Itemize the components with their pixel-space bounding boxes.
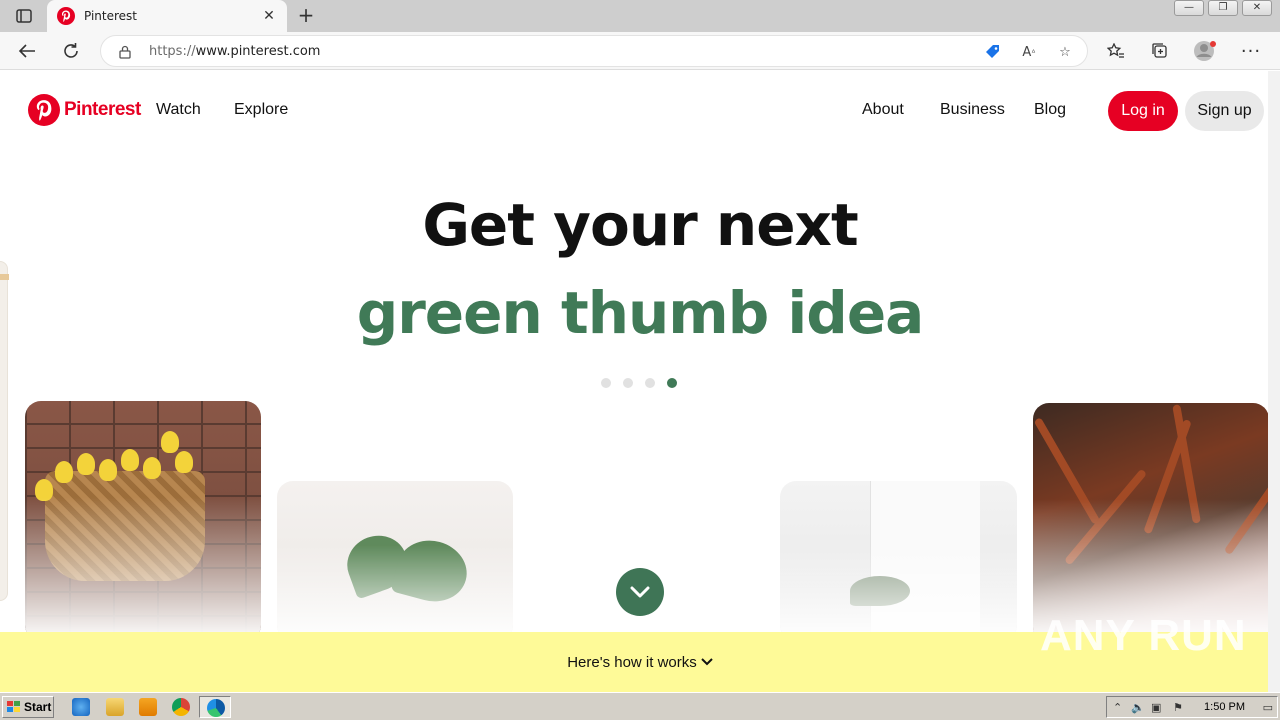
start-label: Start <box>24 700 52 714</box>
hero-subheading: green thumb idea <box>356 279 925 347</box>
minimize-icon[interactable]: — <box>1174 0 1204 16</box>
pinterest-logo-icon <box>28 94 60 126</box>
carousel-indicator <box>601 378 677 388</box>
chevron-down-icon <box>701 658 713 666</box>
browser-toolbar: https://www.pinterest.com Aᐞ ☆ ··· <box>0 32 1280 70</box>
pinterest-favicon-icon <box>57 7 75 25</box>
collections-icon[interactable] <box>1147 38 1173 64</box>
image-card-white-wall[interactable] <box>780 481 1017 641</box>
nav-watch[interactable]: Watch <box>156 101 201 119</box>
pinterest-page: Pinterest Watch Explore About Business B… <box>0 71 1280 692</box>
anyrun-watermark: ANY RUN <box>1040 611 1247 661</box>
window-controls: — ❐ ✕ <box>1174 0 1272 18</box>
window-close-icon[interactable]: ✕ <box>1242 0 1272 16</box>
taskbar-edge-button[interactable] <box>199 696 231 718</box>
tab-close-icon[interactable]: ✕ <box>261 8 277 24</box>
nav-blog[interactable]: Blog <box>1034 101 1066 119</box>
signup-button[interactable]: Sign up <box>1185 91 1264 131</box>
volume-icon[interactable]: 🔈 <box>1131 701 1145 714</box>
watermark-text: ANY RUN <box>1040 611 1247 660</box>
carousel-dot-2[interactable] <box>623 378 633 388</box>
windows-taskbar: Start ⌃ 🔈 ▣ ⚑ 1:50 PM ▭ <box>0 692 1280 720</box>
page-scrollbar[interactable] <box>1268 71 1280 692</box>
hero-heading: Get your next <box>422 191 858 259</box>
carousel-dot-1[interactable] <box>601 378 611 388</box>
partial-image-card <box>0 261 9 601</box>
add-favorite-icon[interactable]: ☆ <box>1055 42 1075 62</box>
refresh-icon[interactable] <box>58 38 84 64</box>
restore-icon[interactable]: ❐ <box>1208 0 1238 16</box>
tray-expand-icon[interactable]: ⌃ <box>1113 701 1122 714</box>
favorites-icon[interactable] <box>1103 38 1129 64</box>
tab-title: Pinterest <box>84 9 138 23</box>
read-aloud-icon[interactable]: Aᐞ <box>1019 42 1039 62</box>
address-bar[interactable]: https://www.pinterest.com Aᐞ ☆ <box>100 35 1088 67</box>
image-card-bicycle-tulips[interactable] <box>25 401 261 641</box>
profile-avatar-icon[interactable] <box>1192 38 1218 64</box>
tab-actions-icon[interactable] <box>8 6 40 26</box>
action-center-flag-icon[interactable]: ⚑ <box>1173 701 1183 714</box>
image-card-garden-sculpture[interactable] <box>1033 403 1269 643</box>
image-card-monstera[interactable] <box>277 481 513 641</box>
system-tray: ⌃ 🔈 ▣ ⚑ 1:50 PM ▭ <box>1106 696 1278 718</box>
file-explorer-icon[interactable] <box>106 698 124 716</box>
coupon-tag-icon[interactable] <box>983 42 1003 62</box>
show-desktop-icon[interactable]: ▭ <box>1263 701 1273 714</box>
carousel-dot-4[interactable] <box>667 378 677 388</box>
more-options-icon[interactable]: ··· <box>1238 38 1264 64</box>
logo-text: Pinterest <box>64 99 141 120</box>
login-button[interactable]: Log in <box>1108 91 1178 131</box>
lock-icon[interactable] <box>119 44 131 63</box>
carousel-dot-3[interactable] <box>645 378 655 388</box>
windows-flag-icon <box>7 701 20 712</box>
how-it-works-label: Here's how it works <box>567 653 697 671</box>
new-tab-icon[interactable]: + <box>294 4 318 28</box>
browser-tab-bar: Pinterest ✕ + — ❐ ✕ <box>0 0 1280 32</box>
media-player-icon[interactable] <box>139 698 157 716</box>
scroll-down-button[interactable] <box>616 568 664 616</box>
start-button[interactable]: Start <box>2 696 54 718</box>
browser-tab-pinterest[interactable]: Pinterest ✕ <box>47 0 287 32</box>
taskbar-clock[interactable]: 1:50 PM <box>1204 701 1245 713</box>
url-text[interactable]: https://www.pinterest.com <box>149 44 320 59</box>
edge-icon <box>207 699 225 717</box>
nav-business[interactable]: Business <box>940 101 1005 119</box>
chevron-down-icon <box>630 586 650 598</box>
nav-about[interactable]: About <box>862 101 904 119</box>
network-icon[interactable]: ▣ <box>1151 701 1161 714</box>
chrome-icon[interactable] <box>172 698 190 716</box>
internet-explorer-icon[interactable] <box>72 698 90 716</box>
back-arrow-icon[interactable] <box>14 38 40 64</box>
pinterest-logo[interactable]: Pinterest <box>28 94 141 126</box>
nav-explore[interactable]: Explore <box>234 101 288 119</box>
